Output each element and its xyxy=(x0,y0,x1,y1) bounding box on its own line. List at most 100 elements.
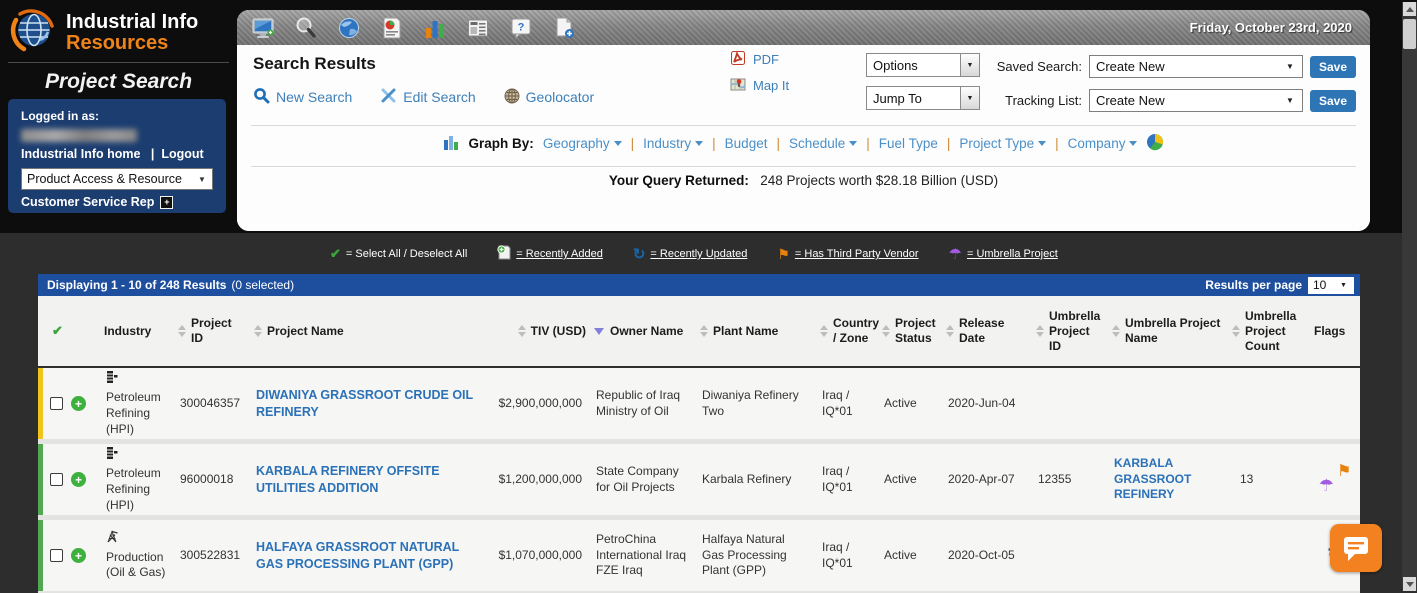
sort-arrows-icon[interactable] xyxy=(1036,325,1044,337)
pdf-link[interactable]: PDF xyxy=(730,50,789,69)
row-checkbox[interactable] xyxy=(50,473,63,486)
project-name-link[interactable]: DIWANIYA GRASSROOT CRUDE OIL REFINERY xyxy=(256,387,474,420)
chat-widget-button[interactable] xyxy=(1330,524,1382,572)
graph-link-project-type[interactable]: Project Type xyxy=(959,136,1046,151)
project-name-link[interactable]: HALFAYA GRASSROOT NATURAL GAS PROCESSING… xyxy=(256,539,474,572)
edit-search-link[interactable]: Edit Search xyxy=(380,87,475,107)
logout-link[interactable]: Logout xyxy=(161,147,203,161)
umbrella-name-link[interactable]: KARBALA GRASSROOT REFINERY xyxy=(1114,456,1191,501)
map-it-link[interactable]: Map It xyxy=(730,76,789,95)
tracking-list-dropdown[interactable]: Create New ▼ xyxy=(1089,89,1303,112)
globe-logo-icon xyxy=(10,6,58,59)
row-accent-bar xyxy=(38,520,43,591)
column-header-umbrella-project-name[interactable]: Umbrella Project Name xyxy=(1108,316,1228,346)
sort-arrows-icon[interactable] xyxy=(882,325,890,337)
help-icon[interactable]: ? xyxy=(509,16,533,40)
graph-link-geography[interactable]: Geography xyxy=(543,136,622,151)
sort-arrows-icon[interactable] xyxy=(946,325,954,337)
project-search-app: Industrial Info Resources Project Search… xyxy=(0,0,1417,593)
column-header-industry[interactable]: Industry xyxy=(100,324,174,339)
sort-arrows-icon[interactable] xyxy=(1112,325,1120,337)
column-header-umbrella-project-id[interactable]: Umbrella Project ID xyxy=(1032,309,1108,354)
graph-link-budget[interactable]: Budget xyxy=(725,136,768,151)
legend-umbrella-project[interactable]: ☂ = Umbrella Project xyxy=(949,247,1058,262)
results-per-page-dropdown[interactable]: 10 ▼ xyxy=(1308,277,1354,294)
refinery-industry-icon xyxy=(106,446,168,465)
options-dropdown[interactable]: Options ▼ xyxy=(866,53,980,77)
map-pin-icon xyxy=(730,76,746,95)
geolocator-link[interactable]: Geolocator xyxy=(504,88,594,107)
owner-name-value: PetroChina International Iraq FZE Iraq xyxy=(590,532,696,579)
recently-added-icon: + xyxy=(71,472,86,487)
edit-search-label: Edit Search xyxy=(403,89,475,105)
save-tracking-button[interactable]: Save xyxy=(1310,90,1356,112)
scroll-down-button[interactable] xyxy=(1403,577,1416,591)
legend-third-party-vendor[interactable]: ⚑ = Has Third Party Vendor xyxy=(777,247,918,261)
monitor-icon[interactable] xyxy=(251,16,275,40)
column-header-umbrella-project-count[interactable]: Umbrella Project Count xyxy=(1228,309,1310,354)
graph-by-label: Graph By: xyxy=(469,136,534,151)
legend-recently-updated[interactable]: ↻ = Recently Updated xyxy=(633,247,748,262)
row-checkbox[interactable] xyxy=(50,549,63,562)
column-header-country-zone[interactable]: Country / Zone xyxy=(816,316,878,346)
graph-bars-icon xyxy=(443,134,460,154)
column-header-project-name[interactable]: Project Name xyxy=(250,324,480,339)
chevron-down-icon xyxy=(695,141,703,146)
sort-arrows-icon[interactable] xyxy=(1232,325,1240,337)
pipe-separator: | xyxy=(866,136,870,151)
table-row: + Production (Oil & Gas) 300522831 HALFA… xyxy=(38,520,1360,591)
bar-chart-icon[interactable] xyxy=(423,16,447,40)
graph-link-fuel-type[interactable]: Fuel Type xyxy=(879,136,938,151)
column-header-project-id[interactable]: Project ID xyxy=(174,316,250,346)
sort-arrows-icon[interactable] xyxy=(254,325,262,337)
search-icon[interactable] xyxy=(294,16,318,40)
product-access-value: Product Access & Resource xyxy=(22,172,198,186)
industry-value: Petroleum Refining (HPI) xyxy=(106,390,168,437)
save-search-button[interactable]: Save xyxy=(1310,56,1356,78)
jump-to-dropdown[interactable]: Jump To ▼ xyxy=(866,86,980,110)
scrollbar-thumb[interactable] xyxy=(1403,19,1416,49)
graph-link-schedule[interactable]: Schedule xyxy=(789,136,857,151)
news-icon[interactable] xyxy=(466,16,490,40)
row-accent-bar xyxy=(38,368,43,439)
owner-name-value: Republic of Iraq Ministry of Oil xyxy=(590,388,696,419)
table-body: + Petroleum Refining (HPI) 300046357 DIW… xyxy=(38,368,1360,593)
sort-arrows-icon[interactable] xyxy=(700,325,708,337)
project-name-link[interactable]: KARBALA REFINERY OFFSITE UTILITIES ADDIT… xyxy=(256,463,474,496)
column-header-flags[interactable]: Flags xyxy=(1310,324,1360,339)
new-search-link[interactable]: New Search xyxy=(253,87,352,107)
pipe-separator: | xyxy=(947,136,951,151)
search-results-title: Search Results xyxy=(253,54,376,74)
graph-link-company[interactable]: Company xyxy=(1068,136,1138,151)
sort-arrows-icon[interactable] xyxy=(820,325,828,337)
geolocator-label: Geolocator xyxy=(526,89,594,105)
product-access-dropdown[interactable]: Product Access & Resource ▼ xyxy=(21,168,213,190)
select-all-header[interactable]: ✔ xyxy=(38,323,100,339)
project-id-value: 96000018 xyxy=(174,472,250,488)
tracking-list-label: Tracking List: xyxy=(994,93,1082,108)
globe-icon[interactable] xyxy=(337,16,361,40)
report-icon[interactable] xyxy=(380,16,404,40)
vertical-scrollbar[interactable] xyxy=(1402,2,1417,591)
row-checkbox[interactable] xyxy=(50,397,63,410)
column-header-project-status[interactable]: Project Status xyxy=(878,316,942,346)
column-header-plant-name[interactable]: Plant Name xyxy=(696,324,816,339)
add-page-icon[interactable] xyxy=(552,16,576,40)
check-icon: ✔ xyxy=(52,323,63,339)
row-accent-bar xyxy=(38,444,43,515)
umbrella-icon: ☂ xyxy=(949,247,962,262)
pie-chart-icon[interactable] xyxy=(1146,133,1164,154)
sort-arrows-icon[interactable] xyxy=(178,325,186,337)
graph-link-industry[interactable]: Industry xyxy=(643,136,703,151)
column-header-owner-name[interactable]: Owner Name xyxy=(590,324,696,339)
column-header-tiv[interactable]: TIV (USD) xyxy=(480,324,590,339)
column-header-release-date[interactable]: Release Date xyxy=(942,316,1032,346)
industrial-info-home-link[interactable]: Industrial Info home xyxy=(21,147,140,161)
sort-arrows-icon[interactable] xyxy=(518,325,526,337)
legend-recently-added[interactable]: = Recently Added xyxy=(497,245,603,263)
saved-search-dropdown[interactable]: Create New ▼ xyxy=(1089,55,1303,78)
expand-role-button[interactable]: + xyxy=(160,196,173,209)
project-id-value: 300046357 xyxy=(174,396,250,412)
scroll-up-button[interactable] xyxy=(1403,2,1416,16)
query-value: 248 Projects worth $28.18 Billion (USD) xyxy=(760,173,998,188)
